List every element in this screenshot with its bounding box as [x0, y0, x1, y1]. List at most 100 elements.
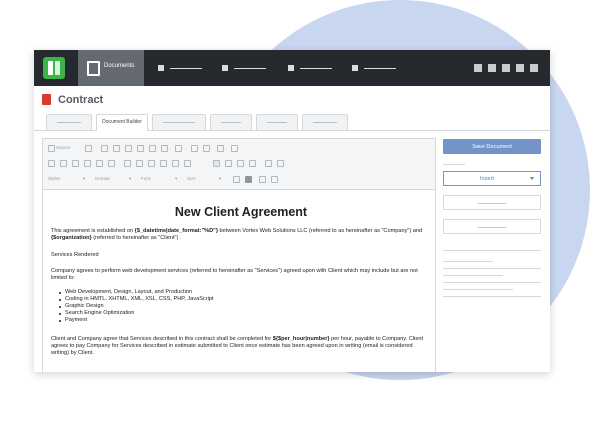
print-icon[interactable]	[161, 145, 168, 152]
tab-4[interactable]	[210, 114, 252, 130]
size-dropdown[interactable]: Size	[187, 176, 196, 181]
replace-icon[interactable]	[231, 145, 238, 152]
strikethrough-icon[interactable]	[84, 160, 91, 167]
bullet-icon	[59, 313, 62, 316]
text-color-icon[interactable]	[233, 176, 240, 183]
bullet-icon	[59, 299, 62, 302]
numbered-list-icon[interactable]	[124, 160, 131, 167]
template-variable: {$organization}	[51, 235, 92, 242]
tab-document-builder[interactable]: Document Builder	[96, 114, 148, 131]
redo-icon[interactable]	[203, 145, 210, 152]
blockquote-icon[interactable]	[172, 160, 179, 167]
italic-icon[interactable]	[60, 160, 67, 167]
document-icon	[87, 61, 100, 76]
nav-action-icon[interactable]	[530, 64, 538, 72]
template-variable: ${$per_hour|number}	[272, 336, 330, 342]
tab-3[interactable]	[152, 114, 206, 130]
indent-icon[interactable]	[160, 160, 167, 167]
nav-item-icon[interactable]	[352, 65, 358, 71]
sidebar-text-line	[443, 296, 541, 297]
undo-icon[interactable]	[191, 145, 198, 152]
sidebar-field[interactable]	[443, 195, 541, 210]
tab-1[interactable]	[46, 114, 92, 130]
dropdown-arrow-icon: ▾	[175, 176, 178, 181]
list-item: Graphic Design	[65, 303, 104, 309]
intro-paragraph: This agreement is established on {$_date…	[51, 228, 429, 242]
cut-icon[interactable]	[101, 145, 108, 152]
nav-action-icon[interactable]	[502, 64, 510, 72]
nav-item-placeholder[interactable]	[234, 68, 266, 69]
outdent-icon[interactable]	[148, 160, 155, 167]
nav-action-icon[interactable]	[516, 64, 524, 72]
text-run: (referred to hereinafter as "Client") .	[91, 235, 182, 242]
paste-text-icon[interactable]	[137, 145, 144, 152]
save-button-label: Save Document	[472, 144, 512, 150]
list-item: Coding in HMTL, XHTML, XML, XSL, CSS, PH…	[65, 296, 214, 302]
nav-item-placeholder[interactable]	[364, 68, 396, 69]
sidebar-field[interactable]	[443, 219, 541, 234]
copy-icon[interactable]	[113, 145, 120, 152]
format-dropdown[interactable]: Normal	[95, 176, 110, 181]
tab-label: Document Builder	[102, 119, 142, 125]
section-heading: Services Rendered	[51, 252, 99, 258]
background-color-icon[interactable]	[245, 176, 252, 183]
dropdown-arrow-icon: ▾	[83, 176, 86, 181]
nav-action-icon[interactable]	[488, 64, 496, 72]
app-logo-icon[interactable]	[43, 57, 65, 79]
styles-dropdown[interactable]: Styles	[48, 176, 60, 181]
unlink-icon[interactable]	[277, 160, 284, 167]
link-icon[interactable]	[265, 160, 272, 167]
source-icon[interactable]	[48, 145, 55, 152]
save-icon[interactable]	[85, 145, 92, 152]
list-item: Payment	[65, 317, 88, 323]
nav-action-icon[interactable]	[474, 64, 482, 72]
bullet-icon	[59, 292, 62, 295]
list-item: Search Engine Optimization	[65, 310, 135, 316]
align-center-icon[interactable]	[225, 160, 232, 167]
maximize-icon[interactable]	[259, 176, 266, 183]
editor-toolbar: Source Styles ▾ Normal ▾ Font ▾ Size ▾	[43, 139, 435, 190]
superscript-icon[interactable]	[108, 160, 115, 167]
sidebar-divider	[443, 164, 465, 165]
bullet-icon	[59, 306, 62, 309]
spellcheck-icon[interactable]	[175, 145, 182, 152]
page-title: Contract	[58, 94, 104, 106]
show-blocks-icon[interactable]	[271, 176, 278, 183]
align-justify-icon[interactable]	[249, 160, 256, 167]
source-button[interactable]: Source	[56, 145, 70, 150]
nav-item-icon[interactable]	[158, 65, 164, 71]
payment-paragraph: Client and Company agree that Services d…	[51, 336, 429, 358]
tab-bar: Document Builder	[34, 114, 550, 131]
bold-icon[interactable]	[48, 160, 55, 167]
nav-item-icon[interactable]	[222, 65, 228, 71]
sidebar-divider	[443, 250, 541, 251]
tab-6[interactable]	[302, 114, 348, 130]
nav-item-icon[interactable]	[288, 65, 294, 71]
app-window: Documents Contract Document Builder Sour…	[34, 50, 550, 372]
services-paragraph: Company agrees to perform web developmen…	[51, 268, 418, 282]
dropdown-arrow-icon: ▾	[219, 176, 222, 181]
save-document-button[interactable]: Save Document	[443, 139, 541, 154]
dropdown-arrow-icon: ▾	[129, 176, 132, 181]
insert-dropdown[interactable]: Insert	[443, 171, 541, 186]
tab-5[interactable]	[256, 114, 298, 130]
subscript-icon[interactable]	[96, 160, 103, 167]
align-right-icon[interactable]	[237, 160, 244, 167]
bullet-icon	[59, 320, 62, 323]
nav-item-placeholder[interactable]	[170, 68, 202, 69]
sidebar-text-line	[443, 268, 541, 269]
nav-item-placeholder[interactable]	[300, 68, 332, 69]
sidebar-text-line	[443, 275, 503, 276]
bulleted-list-icon[interactable]	[136, 160, 143, 167]
nav-item-documents[interactable]: Documents	[78, 50, 144, 86]
text-run: Client and Company agree that Services d…	[51, 336, 273, 342]
align-left-icon[interactable]	[213, 160, 220, 167]
div-icon[interactable]	[184, 160, 191, 167]
underline-icon[interactable]	[72, 160, 79, 167]
paste-icon[interactable]	[125, 145, 132, 152]
font-dropdown[interactable]: Font	[141, 176, 150, 181]
document-editor: Source Styles ▾ Normal ▾ Font ▾ Size ▾ N…	[42, 138, 436, 372]
text-run: between Vortex Web Solutions LLC (referr…	[218, 228, 423, 234]
find-icon[interactable]	[217, 145, 224, 152]
paste-word-icon[interactable]	[149, 145, 156, 152]
